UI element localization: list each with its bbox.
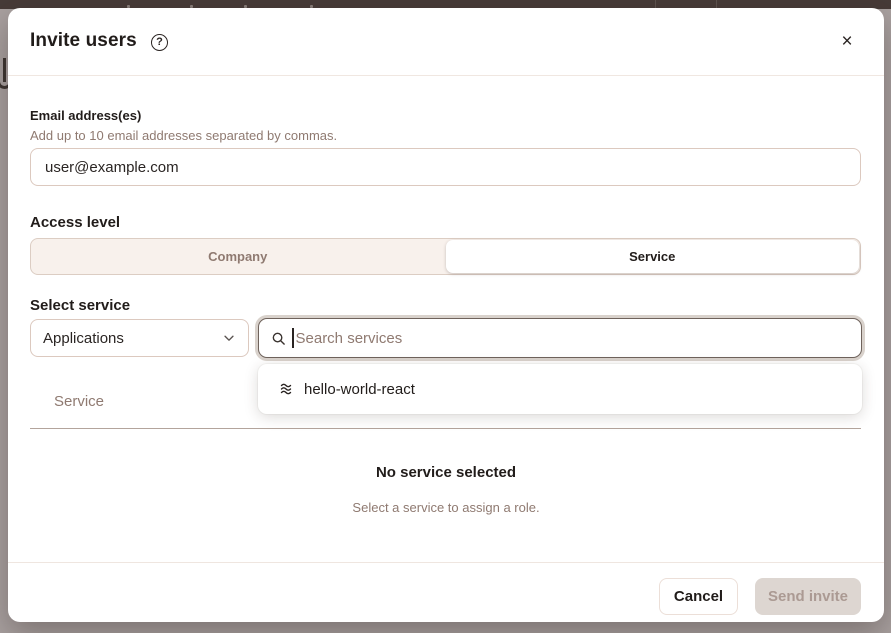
send-invite-button[interactable]: Send invite bbox=[755, 578, 861, 615]
cancel-button[interactable]: Cancel bbox=[659, 578, 738, 615]
search-icon bbox=[271, 331, 286, 346]
service-column-header: Service bbox=[54, 393, 104, 410]
access-level-label: Access level bbox=[30, 214, 120, 231]
close-icon[interactable]: × bbox=[836, 31, 858, 53]
empty-state-title: No service selected bbox=[8, 464, 884, 481]
access-level-segmented-control: Company Service bbox=[30, 238, 861, 275]
segment-service[interactable]: Service bbox=[446, 240, 860, 273]
text-caret bbox=[292, 328, 294, 348]
background-page-fragment bbox=[0, 58, 8, 90]
modal-title: Invite users bbox=[30, 30, 137, 52]
service-dropdown-item-label: hello-world-react bbox=[304, 381, 415, 398]
service-search-box bbox=[258, 318, 862, 358]
segment-company[interactable]: Company bbox=[31, 239, 445, 274]
stack-icon bbox=[278, 381, 294, 397]
service-dropdown-panel: hello-world-react bbox=[258, 364, 862, 414]
modal-header: Invite users ? × bbox=[8, 8, 884, 75]
service-search-input[interactable] bbox=[296, 330, 850, 347]
chevron-down-icon bbox=[222, 331, 236, 345]
email-help-text: Add up to 10 email addresses separated b… bbox=[30, 128, 337, 143]
empty-state-subtitle: Select a service to assign a role. bbox=[8, 500, 884, 515]
service-type-select[interactable]: Applications bbox=[30, 319, 249, 357]
email-input[interactable] bbox=[30, 148, 861, 186]
service-table-divider bbox=[30, 428, 861, 429]
service-dropdown-item[interactable]: hello-world-react bbox=[272, 370, 848, 408]
select-service-label: Select service bbox=[30, 297, 130, 314]
invite-users-modal: Invite users ? × Email address(es) Add u… bbox=[8, 8, 884, 622]
header-divider bbox=[8, 75, 884, 76]
help-icon[interactable]: ? bbox=[151, 34, 168, 51]
footer-divider bbox=[8, 562, 884, 563]
email-label: Email address(es) bbox=[30, 108, 141, 123]
service-type-select-value: Applications bbox=[43, 330, 222, 347]
